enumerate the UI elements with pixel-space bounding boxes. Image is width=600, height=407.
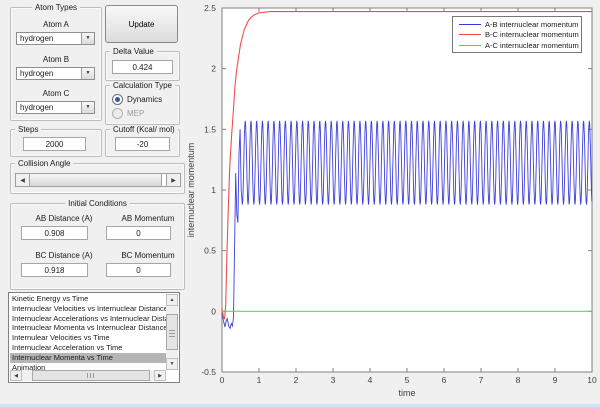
radio-selected-icon [112,94,123,105]
bc-momentum-field[interactable] [106,263,171,277]
legend-line-sample [459,23,481,25]
chevron-down-icon[interactable]: ▼ [81,33,94,44]
delta-value-panel: Delta Value [105,47,180,81]
cutoff-panel: Cutoff (Kcal/ mol) [105,125,180,157]
update-button[interactable]: Update [105,5,178,43]
slider-right-arrow-icon[interactable]: ▶ [166,174,180,186]
svg-text:2: 2 [211,64,216,74]
chevron-down-icon[interactable]: ▼ [81,67,94,79]
svg-text:internuclear momentum: internuclear momentum [186,143,196,238]
atom-a-label: Atom A [43,20,69,29]
ab-momentum-label: AB Momentum [121,214,175,223]
collision-angle-panel: Collision Angle ◀ ▶ [10,159,185,194]
svg-text:2: 2 [294,375,299,385]
svg-text:5: 5 [405,375,410,385]
delta-value-field[interactable] [112,60,173,74]
calculation-type-title: Calculation Type [110,81,175,90]
atom-c-select[interactable]: hydrogen ▼ [16,101,95,115]
hscroll-thumb[interactable] [32,370,150,381]
svg-text:3: 3 [331,375,336,385]
atom-types-panel: Atom Types Atom A hydrogen ▼ Atom B hydrogen… [10,3,102,121]
initial-conditions-panel: Initial Conditions AB Distance (A) AB Mo… [10,199,185,290]
atom-types-title: Atom Types [31,3,81,12]
bc-distance-field[interactable] [21,263,88,277]
slider-thumb[interactable] [30,174,162,186]
svg-text:6: 6 [442,375,447,385]
list-item[interactable]: Internuclear Momenta vs Internuclear Dis… [10,323,166,333]
list-item[interactable]: Kinetic Energy vs Time [10,294,166,304]
list-item[interactable]: Animation [10,363,166,370]
steps-panel: Steps [10,125,102,157]
legend-entry: B-C internuclear momentum [453,30,581,39]
scroll-down-icon[interactable]: ▼ [166,358,178,370]
svg-text:1: 1 [257,375,262,385]
legend-entry: A-B internuclear momentum [453,20,581,29]
collision-angle-slider[interactable]: ◀ ▶ [15,173,181,187]
cutoff-title: Cutoff (Kcal/ mol) [110,125,178,134]
atom-a-select[interactable]: hydrogen ▼ [16,32,95,45]
svg-text:4: 4 [368,375,373,385]
atom-b-label: Atom B [42,54,70,64]
svg-text:10: 10 [587,375,597,385]
calculation-type-panel: Calculation Type Dynamics MEP [105,81,180,125]
simulation-window: 0 1 2 3 4 5 6 7 8 9 10 -0.5 0 0.5 1 1.5 2 2.5 time internuc… [0,0,600,407]
dynamics-radio[interactable]: Dynamics [112,94,162,105]
svg-text:0: 0 [220,375,225,385]
scroll-up-icon[interactable]: ▲ [166,294,178,306]
scroll-left-icon[interactable]: ◀ [10,370,22,381]
scroll-right-icon[interactable]: ▶ [154,370,166,381]
svg-text:time: time [398,388,415,398]
radio-unselected-icon [112,108,123,119]
svg-text:7: 7 [479,375,484,385]
svg-text:8: 8 [516,375,521,385]
legend-line-sample [459,34,481,35]
svg-text:0.5: 0.5 [204,246,216,256]
vscroll-thumb[interactable] [166,314,178,350]
svg-text:0: 0 [211,306,216,316]
ab-distance-field[interactable] [21,226,88,240]
list-item[interactable]: Internuclear Velocities vs Internuclear … [10,304,166,314]
legend-entry: A-C internuclear momentum [453,41,581,50]
listbox-vertical-scrollbar[interactable]: ▲ ▼ [166,294,178,370]
delta-value-title: Delta Value [110,47,157,56]
mep-radio[interactable]: MEP [112,108,144,119]
legend-line-sample [459,44,481,46]
plot-type-listbox[interactable]: Kinetic Energy vs Time Internuclear Veloc… [8,292,180,383]
dynamics-radio-label: Dynamics [127,95,163,104]
cutoff-field[interactable] [115,137,170,151]
ab-momentum-field[interactable] [106,226,171,240]
steps-title: Steps [15,125,42,134]
svg-text:1: 1 [211,185,216,195]
initial-conditions-title: Initial Conditions [65,199,130,208]
svg-text:2.5: 2.5 [204,3,216,13]
atom-b-select[interactable]: hydrogen ▼ [16,66,95,80]
list-item[interactable]: Internuclear Momenta vs Time [10,352,166,363]
ab-distance-label: AB Distance (A) [35,214,93,223]
svg-text:9: 9 [553,375,558,385]
steps-field[interactable] [23,137,86,151]
list-item[interactable]: Internulear Velocities vs Time [10,333,166,343]
list-item[interactable]: Internuclear Accelerations vs Internucle… [10,314,166,324]
svg-text:-0.5: -0.5 [201,367,216,377]
list-item[interactable]: Internuclear Acceleration vs Time [10,343,166,353]
bc-distance-label: BC Distance (A) [35,251,93,260]
bc-momentum-label: BC Momentum [121,251,175,260]
chevron-down-icon[interactable]: ▼ [81,102,94,114]
listbox-horizontal-scrollbar[interactable]: ◀ ▶ [10,370,166,381]
mep-radio-label: MEP [127,109,145,118]
svg-text:1.5: 1.5 [204,124,216,134]
collision-angle-title: Collision Angle [15,159,74,168]
chart-legend: A-B internuclear momentum B-C internuclea… [452,16,582,53]
slider-left-arrow-icon[interactable]: ◀ [16,174,30,186]
atom-c-label: Atom C [42,89,70,99]
